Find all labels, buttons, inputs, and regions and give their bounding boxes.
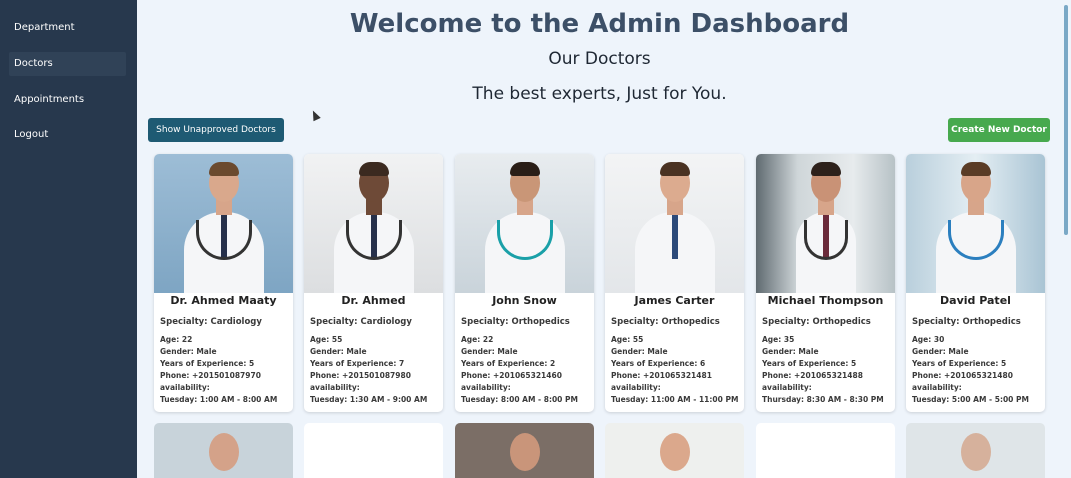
doctor-card[interactable] [605, 423, 744, 478]
doctor-phone: Phone: +201065321460 [461, 371, 562, 380]
doctor-name: James Carter [634, 294, 715, 307]
doctor-photo [605, 154, 744, 293]
doctor-age: Age: 30 [912, 335, 945, 344]
doctor-experience: Years of Experience: 5 [160, 359, 255, 368]
sidebar-item-doctors[interactable]: Doctors [9, 52, 126, 76]
doctor-availability-label: availability: [762, 383, 812, 392]
doctor-photo [961, 433, 991, 471]
doctor-age: Age: 55 [310, 335, 343, 344]
show-unapproved-doctors-button[interactable]: Show Unapproved Doctors [148, 118, 284, 142]
doctor-gender: Gender: Male [762, 347, 819, 356]
doctor-phone: Phone: +201501087970 [160, 371, 261, 380]
doctor-availability: Tuesday: 1:30 AM - 9:00 AM [310, 395, 428, 404]
doctor-name: David Patel [940, 294, 1011, 307]
doctor-specialty: Specialty: Orthopedics [762, 317, 871, 327]
doctor-card[interactable]: David Patel Specialty: Orthopedics Age: … [906, 154, 1045, 412]
doctor-experience: Years of Experience: 5 [762, 359, 857, 368]
doctor-availability: Tuesday: 1:00 AM - 8:00 AM [160, 395, 278, 404]
doctor-gender: Gender: Male [611, 347, 668, 356]
doctor-specialty: Specialty: Cardiology [310, 317, 412, 327]
main-content: Welcome to the Admin Dashboard Our Docto… [137, 0, 1071, 478]
doctor-phone: Phone: +201501087980 [310, 371, 411, 380]
doctor-gender: Gender: Male [160, 347, 217, 356]
doctor-photo [660, 433, 690, 471]
sidebar-item-label: Doctors [14, 58, 53, 69]
sidebar-item-label: Department [14, 22, 75, 33]
doctor-card[interactable]: James Carter Specialty: Orthopedics Age:… [605, 154, 744, 412]
doctor-photo [510, 433, 540, 471]
doctor-card[interactable]: John Snow Specialty: Orthopedics Age: 22… [455, 154, 594, 412]
doctor-photo [756, 154, 895, 293]
doctor-specialty: Specialty: Orthopedics [611, 317, 720, 327]
doctor-experience: Years of Experience: 5 [912, 359, 1007, 368]
page-title: Welcome to the Admin Dashboard [349, 9, 850, 39]
doctor-age: Age: 55 [611, 335, 644, 344]
doctor-age: Age: 35 [762, 335, 795, 344]
doctor-age: Age: 22 [160, 335, 193, 344]
doctor-card[interactable]: Michael Thompson Specialty: Orthopedics … [756, 154, 895, 412]
doctor-photo [455, 154, 594, 293]
doctor-availability-label: availability: [912, 383, 962, 392]
doctor-photo [209, 433, 239, 471]
doctor-age: Age: 22 [461, 335, 494, 344]
page-tagline: The best experts, Just for You. [472, 84, 727, 104]
doctor-name: John Snow [492, 294, 557, 307]
doctor-availability-label: availability: [160, 383, 210, 392]
doctor-availability: Tuesday: 11:00 AM - 11:00 PM [611, 395, 739, 404]
create-new-doctor-button[interactable]: Create New Doctor [948, 118, 1050, 142]
doctor-photo [906, 154, 1045, 293]
doctor-specialty: Specialty: Cardiology [160, 317, 262, 327]
page-subtitle: Our Doctors [548, 49, 651, 69]
doctor-experience: Years of Experience: 7 [310, 359, 405, 368]
doctor-availability-label: availability: [310, 383, 360, 392]
doctor-availability: Tuesday: 5:00 AM - 5:00 PM [912, 395, 1029, 404]
doctor-card[interactable]: Dr. Ahmed Specialty: Cardiology Age: 55 … [304, 154, 443, 412]
doctor-specialty: Specialty: Orthopedics [461, 317, 570, 327]
doctor-card[interactable] [154, 423, 293, 478]
sidebar-item-label: Logout [14, 129, 49, 140]
doctor-name: Michael Thompson [767, 294, 884, 307]
doctor-phone: Phone: +201065321488 [762, 371, 863, 380]
doctor-card[interactable] [756, 423, 895, 478]
sidebar-item-logout[interactable]: Logout [9, 123, 126, 147]
doctor-availability: Thursday: 8:30 AM - 8:30 PM [762, 395, 884, 404]
doctor-photo [304, 154, 443, 293]
doctor-availability: Tuesday: 8:00 AM - 8:00 PM [461, 395, 578, 404]
scrollbar[interactable] [1064, 5, 1068, 235]
doctor-availability-label: availability: [461, 383, 511, 392]
doctor-specialty: Specialty: Orthopedics [912, 317, 1021, 327]
doctor-gender: Gender: Male [310, 347, 367, 356]
doctor-card[interactable] [304, 423, 443, 478]
doctor-availability-label: availability: [611, 383, 661, 392]
doctor-phone: Phone: +201065321480 [912, 371, 1013, 380]
doctor-gender: Gender: Male [461, 347, 518, 356]
doctor-experience: Years of Experience: 6 [611, 359, 706, 368]
doctor-gender: Gender: Male [912, 347, 969, 356]
sidebar-item-label: Appointments [14, 94, 85, 105]
doctor-name: Dr. Ahmed Maaty [170, 294, 277, 307]
doctor-card[interactable]: Dr. Ahmed Maaty Specialty: Cardiology Ag… [154, 154, 293, 412]
doctor-experience: Years of Experience: 2 [461, 359, 556, 368]
doctor-phone: Phone: +201065321481 [611, 371, 712, 380]
sidebar: Department Doctors Appointments Logout [0, 0, 137, 478]
sidebar-item-appointments[interactable]: Appointments [9, 88, 126, 112]
doctor-photo [154, 154, 293, 293]
doctor-name: Dr. Ahmed [341, 294, 406, 307]
sidebar-item-department[interactable]: Department [9, 16, 126, 40]
doctor-card[interactable] [906, 423, 1045, 478]
doctor-card[interactable] [455, 423, 594, 478]
